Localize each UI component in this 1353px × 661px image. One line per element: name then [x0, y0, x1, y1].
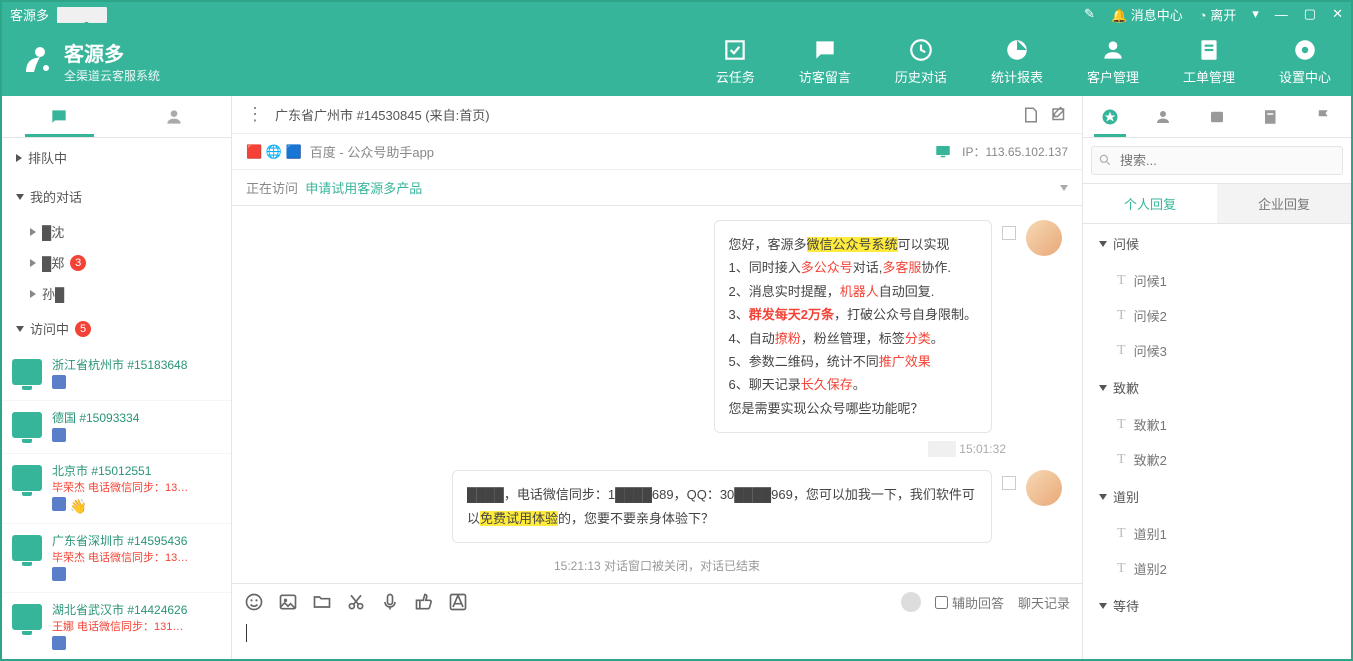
rtab-card[interactable]	[1190, 96, 1244, 137]
group-mine[interactable]: 我的对话	[2, 177, 231, 216]
ip-label: IP：113.65.102.137	[962, 143, 1068, 160]
edit-icon[interactable]: ✎	[1084, 6, 1095, 22]
reply-item[interactable]: T问候3	[1083, 333, 1351, 368]
reply-group[interactable]: 致歉	[1083, 368, 1351, 407]
msg-checkbox[interactable]	[1002, 476, 1016, 490]
edit-note-icon[interactable]	[1050, 106, 1068, 124]
reply-item[interactable]: T道别2	[1083, 551, 1351, 586]
msg-time-1: 15:01:32	[959, 442, 1006, 456]
image-icon[interactable]	[278, 592, 298, 612]
header: 客源多 全渠道云客服系统 云任务 访客留言历史对话统计报表客户管理工单管理设置中心	[2, 26, 1351, 96]
visitor-item[interactable]: 德国 #15093334	[2, 401, 231, 454]
assist-toggle[interactable]: 辅助回答	[935, 593, 1004, 612]
nav-stats[interactable]: 统计报表	[991, 37, 1043, 86]
group-visiting[interactable]: 访问中 5	[2, 309, 231, 348]
export-icon[interactable]	[1022, 106, 1040, 124]
monitor-icon	[12, 535, 42, 561]
visitor-item[interactable]: 北京市 #15012551毕荣杰 电话微信同步：13… 👋	[2, 454, 231, 524]
mic-icon[interactable]	[380, 592, 400, 612]
app-name: 客源多	[10, 5, 49, 24]
reply-item[interactable]: T问候2	[1083, 298, 1351, 333]
tab-conversations[interactable]	[2, 96, 117, 137]
rtab-flag[interactable]	[1297, 96, 1351, 137]
collapse-icon[interactable]	[1060, 185, 1068, 191]
more-icon[interactable]: ⋮	[246, 104, 265, 125]
agent-avatar	[1026, 220, 1062, 256]
minimize-icon[interactable]: —	[1275, 7, 1288, 22]
visitor-item[interactable]: 广东省深圳市 #14595436毕荣杰 电话微信同步：13…	[2, 524, 231, 593]
agent-avatar	[1026, 470, 1062, 506]
visiting-link[interactable]: 申请试用客源多产品	[305, 181, 422, 196]
reply-group[interactable]: 等待	[1083, 586, 1351, 625]
reply-item[interactable]: T道别1	[1083, 516, 1351, 551]
rtab-note[interactable]	[1244, 96, 1298, 137]
search-input[interactable]	[1091, 146, 1343, 175]
subtab-personal[interactable]: 个人回复	[1083, 184, 1217, 223]
text-style-icon[interactable]	[448, 592, 468, 612]
nav-history[interactable]: 历史对话	[895, 37, 947, 86]
leave-button[interactable]: ◔ 离开	[1199, 5, 1236, 24]
reply-group[interactable]: 问候	[1083, 224, 1351, 263]
nav-settings[interactable]: 设置中心	[1279, 37, 1331, 86]
msg-bubble-2: ████，电话微信同步：1████689，QQ：30████969，您可以加我一…	[452, 470, 992, 543]
emoji-icon[interactable]	[244, 592, 264, 612]
sidebar: 排队中 我的对话 █沈█郑3孙█ 访问中 5 浙江省杭州市 #15183648德…	[2, 96, 232, 659]
group-queue[interactable]: 排队中	[2, 138, 231, 177]
msg-center[interactable]: 🔔 消息中心	[1111, 5, 1183, 24]
time-redacted: ███	[928, 441, 956, 456]
bot-avatar-icon	[901, 592, 921, 612]
folder-icon[interactable]	[312, 592, 332, 612]
reply-item[interactable]: T致歉2	[1083, 442, 1351, 477]
reply-group[interactable]: 道别	[1083, 477, 1351, 516]
brand-sub: 全渠道云客服系统	[64, 67, 160, 84]
nav-ticket[interactable]: 工单管理	[1183, 37, 1235, 86]
msg-checkbox[interactable]	[1002, 226, 1016, 240]
titlebar: 客源多 ███ ██ ✎ 🔔 消息中心 ◔ 离开 ▾ — ▢ ✕	[2, 2, 1351, 26]
chat-log-link[interactable]: 聊天记录	[1018, 593, 1070, 612]
brand-name: 客源多	[64, 38, 160, 67]
msg-bubble-1: 您好，客源多微信公众号系统可以实现 1、同时接入多公众号对话,多客服协作. 2、…	[714, 220, 992, 433]
mine-row[interactable]: █沈	[2, 216, 231, 247]
browser-icons: 🟥 🌐 🟦	[246, 144, 302, 160]
reply-item[interactable]: T致歉1	[1083, 407, 1351, 442]
nav-guest-msg[interactable]: 访客留言	[799, 37, 851, 86]
rtab-quick-reply[interactable]	[1083, 96, 1137, 137]
monitor-icon	[12, 412, 42, 438]
thumbs-up-icon[interactable]	[414, 592, 434, 612]
brand-logo	[22, 46, 52, 76]
dropdown-icon[interactable]: ▾	[1252, 6, 1259, 22]
message-input[interactable]	[232, 620, 1082, 659]
source-label: 百度 - 公众号助手app	[310, 142, 434, 161]
monitor-icon	[12, 359, 42, 385]
mine-row[interactable]: 孙█	[2, 278, 231, 309]
chat-panel: ⋮ 广东省广州市 #14530845 (来自:首页) 🟥 🌐 🟦 百度 - 公众…	[232, 96, 1083, 659]
right-panel: 个人回复 企业回复 问候T问候1T问候2T问候3致歉T致歉1T致歉2道别T道别1…	[1083, 96, 1351, 659]
nav-cloud-task[interactable]: 云任务	[716, 37, 755, 86]
subtab-company[interactable]: 企业回复	[1217, 184, 1351, 223]
monitor-icon	[12, 604, 42, 630]
maximize-icon[interactable]: ▢	[1304, 6, 1316, 22]
mine-row[interactable]: █郑3	[2, 247, 231, 278]
chat-title: 广东省广州市 #14530845 (来自:首页)	[275, 105, 1012, 124]
monitor-icon	[934, 143, 952, 161]
visitor-item[interactable]: 湖北省武汉市 #14424626王娜 电话微信同步：131…	[2, 593, 231, 659]
close-icon[interactable]: ✕	[1332, 6, 1343, 22]
rtab-user[interactable]	[1137, 96, 1191, 137]
nav-customer[interactable]: 客户管理	[1087, 37, 1139, 86]
titlebar-redacted: ███ ██	[57, 7, 107, 22]
tab-contacts[interactable]	[117, 96, 232, 137]
search-icon	[1098, 153, 1112, 167]
system-message: 15:21:13 对话窗口被关闭，对话已结束	[252, 557, 1062, 574]
cut-icon[interactable]	[346, 592, 366, 612]
reply-item[interactable]: T问候1	[1083, 263, 1351, 298]
visitor-item[interactable]: 浙江省杭州市 #15183648	[2, 348, 231, 401]
monitor-icon	[12, 465, 42, 491]
